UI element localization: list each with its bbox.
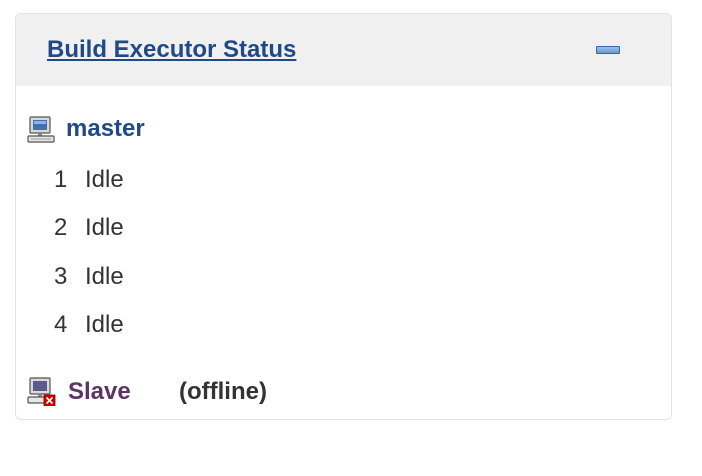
executor-status: Idle: [85, 166, 124, 193]
collapse-button[interactable]: [596, 44, 620, 56]
executor-number: 3: [54, 263, 68, 290]
executor-status: Idle: [85, 214, 124, 241]
executor-status: Idle: [85, 263, 124, 290]
executor-number: 1: [54, 166, 68, 193]
computer-icon: [27, 116, 55, 143]
executor-number: 2: [54, 214, 68, 241]
executor-row: 2 Idle: [16, 214, 671, 244]
minus-icon: [596, 46, 620, 54]
executor-row: 4 Idle: [16, 311, 671, 341]
executor-status: Idle: [85, 311, 124, 338]
computer-offline-icon: [27, 377, 56, 406]
executor-row: 3 Idle: [16, 263, 671, 293]
node-row-master: master: [16, 115, 671, 149]
panel-title-link[interactable]: Build Executor Status: [47, 36, 296, 64]
offline-status: (offline): [179, 378, 267, 405]
executor-row: 1 Idle: [16, 166, 671, 196]
build-executor-status-panel: Build Executor Status master 1 Idle 2 Id…: [15, 13, 672, 420]
slave-node-link[interactable]: Slave: [68, 378, 131, 406]
master-node-link[interactable]: master: [66, 115, 145, 143]
node-row-slave: Slave (offline): [16, 377, 671, 412]
panel-header: Build Executor Status: [16, 14, 671, 86]
executor-number: 4: [54, 311, 68, 338]
